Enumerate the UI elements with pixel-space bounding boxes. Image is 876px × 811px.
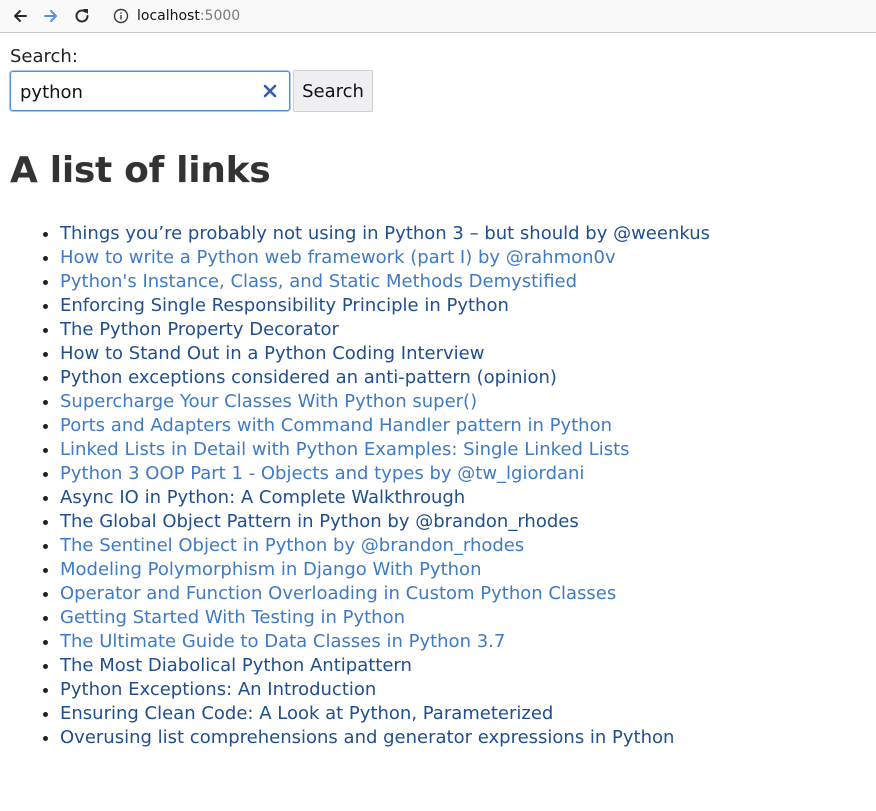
back-arrow-icon xyxy=(14,10,27,22)
article-link[interactable]: The Global Object Pattern in Python by @… xyxy=(60,511,579,532)
search-label: Search: xyxy=(10,46,78,67)
list-item: The Sentinel Object in Python by @brando… xyxy=(60,534,866,558)
article-link[interactable]: Supercharge Your Classes With Python sup… xyxy=(60,391,477,412)
list-item: The Python Property Decorator xyxy=(60,318,866,342)
list-item: Getting Started With Testing in Python xyxy=(60,606,866,630)
list-item: Python's Instance, Class, and Static Met… xyxy=(60,270,866,294)
page-content: Search: Search A list of links Things yo… xyxy=(0,33,876,750)
article-link[interactable]: Modeling Polymorphism in Django With Pyt… xyxy=(60,559,481,580)
article-link[interactable]: Python Exceptions: An Introduction xyxy=(60,679,376,700)
article-link[interactable]: The Most Diabolical Python Antipattern xyxy=(60,655,412,676)
url-host: localhost xyxy=(137,8,200,24)
back-button[interactable] xyxy=(8,4,32,28)
list-item: Python exceptions considered an anti-pat… xyxy=(60,366,866,390)
article-link[interactable]: How to write a Python web framework (par… xyxy=(60,247,616,268)
clear-search-icon[interactable] xyxy=(262,83,278,99)
list-item: Ports and Adapters with Command Handler … xyxy=(60,414,866,438)
reload-icon xyxy=(75,9,89,23)
list-item: How to Stand Out in a Python Coding Inte… xyxy=(60,342,866,366)
article-link[interactable]: Python 3 OOP Part 1 - Objects and types … xyxy=(60,463,584,484)
list-item: Linked Lists in Detail with Python Examp… xyxy=(60,438,866,462)
list-item: Overusing list comprehensions and genera… xyxy=(60,726,866,750)
list-item: Python Exceptions: An Introduction xyxy=(60,678,866,702)
forward-button[interactable] xyxy=(39,4,63,28)
list-item: Ensuring Clean Code: A Look at Python, P… xyxy=(60,702,866,726)
list-item: Modeling Polymorphism in Django With Pyt… xyxy=(60,558,866,582)
list-item: The Global Object Pattern in Python by @… xyxy=(60,510,866,534)
article-link[interactable]: Operator and Function Overloading in Cus… xyxy=(60,583,616,604)
forward-arrow-icon xyxy=(44,10,57,22)
list-item: The Ultimate Guide to Data Classes in Py… xyxy=(60,630,866,654)
article-link[interactable]: Linked Lists in Detail with Python Examp… xyxy=(60,439,630,460)
list-item: Supercharge Your Classes With Python sup… xyxy=(60,390,866,414)
browser-toolbar: localhost:5000 xyxy=(0,0,876,33)
page-title: A list of links xyxy=(10,150,271,191)
article-link[interactable]: Python exceptions considered an anti-pat… xyxy=(60,367,557,388)
info-icon[interactable] xyxy=(113,8,129,24)
search-button[interactable]: Search xyxy=(293,70,373,112)
article-link[interactable]: The Ultimate Guide to Data Classes in Py… xyxy=(60,631,505,652)
address-bar[interactable]: localhost:5000 xyxy=(113,8,240,24)
list-item: Operator and Function Overloading in Cus… xyxy=(60,582,866,606)
article-link[interactable]: Async IO in Python: A Complete Walkthrou… xyxy=(60,487,465,508)
link-list: Things you’re probably not using in Pyth… xyxy=(10,222,866,750)
search-box xyxy=(10,71,290,111)
article-link[interactable]: Getting Started With Testing in Python xyxy=(60,607,405,628)
article-link[interactable]: The Sentinel Object in Python by @brando… xyxy=(60,535,524,556)
search-form: Search xyxy=(10,70,866,112)
article-link[interactable]: Ensuring Clean Code: A Look at Python, P… xyxy=(60,703,553,724)
list-item: Things you’re probably not using in Pyth… xyxy=(60,222,866,246)
article-link[interactable]: How to Stand Out in a Python Coding Inte… xyxy=(60,343,484,364)
reload-button[interactable] xyxy=(70,4,94,28)
article-link[interactable]: Ports and Adapters with Command Handler … xyxy=(60,415,612,436)
list-item: The Most Diabolical Python Antipattern xyxy=(60,654,866,678)
article-link[interactable]: Things you’re probably not using in Pyth… xyxy=(60,223,710,244)
list-item: Async IO in Python: A Complete Walkthrou… xyxy=(60,486,866,510)
list-item: How to write a Python web framework (par… xyxy=(60,246,866,270)
search-input[interactable] xyxy=(20,80,250,104)
article-link[interactable]: Enforcing Single Responsibility Principl… xyxy=(60,295,509,316)
article-link[interactable]: The Python Property Decorator xyxy=(60,319,339,340)
list-item: Enforcing Single Responsibility Principl… xyxy=(60,294,866,318)
article-link[interactable]: Overusing list comprehensions and genera… xyxy=(60,727,674,748)
list-item: Python 3 OOP Part 1 - Objects and types … xyxy=(60,462,866,486)
url-port: :5000 xyxy=(199,8,241,24)
article-link[interactable]: Python's Instance, Class, and Static Met… xyxy=(60,271,577,292)
